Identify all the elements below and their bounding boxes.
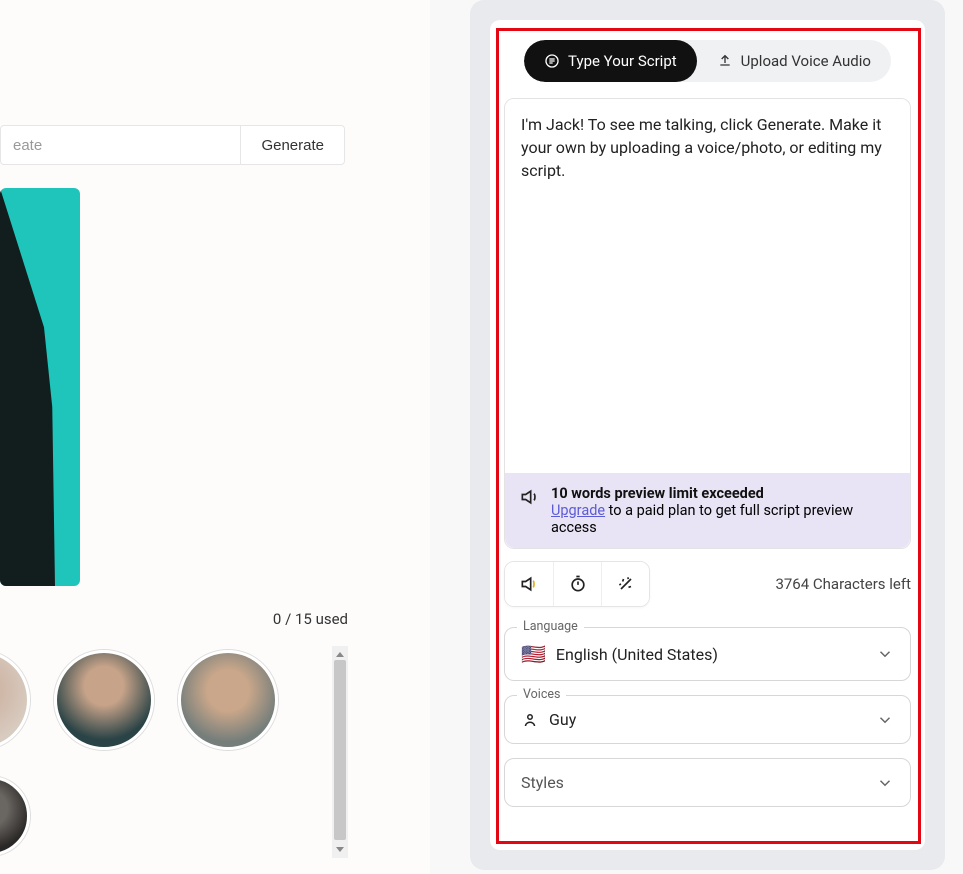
tab-type-script[interactable]: Type Your Script bbox=[524, 40, 697, 82]
avatar-row bbox=[0, 650, 350, 770]
avatar-preview-image bbox=[0, 188, 80, 586]
timer-button[interactable] bbox=[553, 562, 601, 606]
chat-icon bbox=[544, 53, 560, 69]
play-audio-button[interactable] bbox=[505, 562, 553, 606]
magic-button[interactable] bbox=[601, 562, 649, 606]
chevron-down-icon bbox=[876, 711, 894, 729]
timer-icon bbox=[568, 574, 588, 594]
preview-limit-warning: 10 words preview limit exceeded Upgrade … bbox=[505, 473, 910, 548]
voices-label: Voices bbox=[517, 687, 566, 702]
avatar-thumb[interactable] bbox=[54, 650, 154, 750]
usage-count: 0 / 15 used bbox=[273, 610, 348, 628]
voices-value: Guy bbox=[549, 710, 866, 729]
language-select[interactable]: Language 🇺🇸 English (United States) bbox=[504, 627, 911, 681]
avatar-thumb[interactable] bbox=[0, 776, 30, 856]
person-icon bbox=[521, 711, 539, 729]
generate-button[interactable]: Generate bbox=[240, 126, 344, 164]
scrollbar[interactable] bbox=[332, 646, 348, 858]
language-label: Language bbox=[517, 619, 584, 634]
warning-title: 10 words preview limit exceeded bbox=[551, 485, 764, 502]
speaker-icon bbox=[519, 487, 539, 507]
prompt-input[interactable] bbox=[1, 126, 240, 164]
scrollbar-thumb[interactable] bbox=[334, 660, 346, 840]
styles-select[interactable]: Styles bbox=[504, 758, 911, 807]
upload-icon bbox=[717, 53, 733, 69]
chevron-down-icon bbox=[876, 774, 894, 792]
scroll-down-icon[interactable] bbox=[336, 847, 344, 855]
characters-left: 3764 Characters left bbox=[775, 575, 911, 593]
speaker-play-icon bbox=[519, 574, 539, 594]
avatar-thumb[interactable] bbox=[178, 650, 278, 750]
voices-select[interactable]: Voices Guy bbox=[504, 695, 911, 744]
script-textarea[interactable] bbox=[505, 99, 910, 469]
prompt-input-group: Generate bbox=[0, 125, 345, 165]
script-input-tabs: Type Your Script Upload Voice Audio bbox=[524, 40, 891, 82]
left-panel: Generate 0 / 15 used bbox=[0, 0, 430, 874]
tab-upload-voice[interactable]: Upload Voice Audio bbox=[697, 40, 891, 82]
styles-value: Styles bbox=[521, 773, 866, 792]
tab-label: Type Your Script bbox=[568, 52, 677, 70]
toolbar-row: 3764 Characters left bbox=[504, 561, 911, 607]
chevron-down-icon bbox=[876, 645, 894, 663]
right-panel: Type Your Script Upload Voice Audio 10 w… bbox=[470, 0, 945, 870]
language-value: English (United States) bbox=[556, 645, 866, 664]
tab-label: Upload Voice Audio bbox=[741, 52, 871, 70]
scroll-up-icon[interactable] bbox=[336, 649, 344, 657]
us-flag-icon: 🇺🇸 bbox=[521, 642, 546, 666]
script-area: 10 words preview limit exceeded Upgrade … bbox=[504, 98, 911, 549]
magic-icon bbox=[616, 574, 636, 594]
upgrade-link[interactable]: Upgrade bbox=[551, 502, 605, 519]
avatar-thumb[interactable] bbox=[0, 650, 30, 750]
